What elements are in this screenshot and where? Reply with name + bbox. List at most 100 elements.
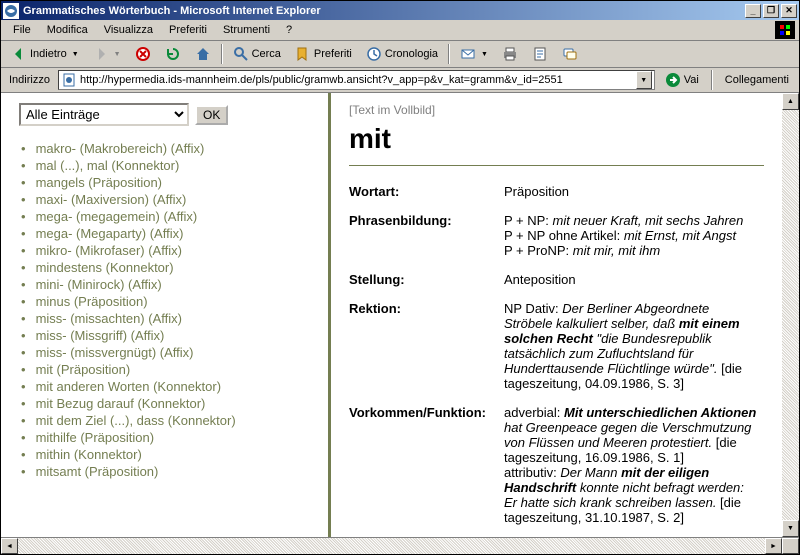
discuss-icon: [562, 46, 578, 62]
history-button[interactable]: Cronologia: [360, 43, 444, 65]
entry-link[interactable]: mitsamt (Präposition): [36, 464, 159, 479]
filter-select[interactable]: Alle Einträge: [19, 103, 189, 126]
value-stellung: Anteposition: [504, 268, 764, 297]
list-item: mit Bezug darauf (Konnektor): [19, 395, 320, 412]
search-button[interactable]: Cerca: [227, 43, 287, 65]
entry-link[interactable]: mega- (Megaparty) (Affix): [36, 226, 184, 241]
entry-link[interactable]: mindestens (Konnektor): [36, 260, 174, 275]
edit-button[interactable]: [526, 43, 554, 65]
entry-link[interactable]: miss- (missvergnügt) (Affix): [36, 345, 194, 360]
entry-link[interactable]: miss- (Missgriff) (Affix): [36, 328, 165, 343]
search-label: Cerca: [252, 48, 281, 60]
row-wortart: Wortart: Präposition: [349, 180, 764, 209]
list-item: mithin (Konnektor): [19, 446, 320, 463]
back-label: Indietro: [30, 48, 67, 60]
discuss-button[interactable]: [556, 43, 584, 65]
separator: [448, 44, 450, 64]
menu-modifica[interactable]: Modifica: [39, 22, 96, 38]
list-item: mit dem Ziel (...), dass (Konnektor): [19, 412, 320, 429]
list-item: mit anderen Worten (Konnektor): [19, 378, 320, 395]
row-phrasenbildung: Phrasenbildung: P + NP: mit neuer Kraft,…: [349, 209, 764, 268]
row-vorkommen: Vorkommen/Funktion: adverbial: Mit unter…: [349, 401, 764, 535]
fulltext-link[interactable]: [Text im Vollbild]: [349, 103, 764, 117]
address-input[interactable]: [80, 74, 636, 86]
ok-button[interactable]: OK: [195, 105, 228, 125]
back-button[interactable]: Indietro ▼: [5, 43, 85, 65]
entry-link[interactable]: miss- (missachten) (Affix): [36, 311, 182, 326]
print-button[interactable]: [496, 43, 524, 65]
sidebar: Alle Einträge OK makro- (Makrobereich) (…: [1, 93, 331, 537]
list-item: mangels (Präposition): [19, 174, 320, 191]
menu-file[interactable]: File: [5, 22, 39, 38]
favorites-label: Preferiti: [314, 48, 352, 60]
list-item: mikro- (Mikrofaser) (Affix): [19, 242, 320, 259]
entry-link[interactable]: mal (...), mal (Konnektor): [36, 158, 180, 173]
favorites-button[interactable]: Preferiti: [289, 43, 358, 65]
scroll-track[interactable]: [782, 110, 799, 520]
entry-link[interactable]: maxi- (Maxiversion) (Affix): [36, 192, 187, 207]
maximize-button[interactable]: ❐: [763, 4, 779, 18]
entry-link[interactable]: mit Bezug darauf (Konnektor): [36, 396, 206, 411]
links-button[interactable]: Collegamenti: [719, 72, 795, 88]
horizontal-scrollbar[interactable]: ◄ ►: [1, 537, 799, 554]
ie-icon: [3, 3, 19, 19]
menu-visualizza[interactable]: Visualizza: [96, 22, 161, 38]
scroll-left-icon[interactable]: ◄: [1, 538, 18, 554]
label-vorkommen: Vorkommen/Funktion:: [349, 401, 504, 535]
entry-link[interactable]: mini- (Minirock) (Affix): [36, 277, 162, 292]
menu-?[interactable]: ?: [278, 22, 300, 38]
entry-link[interactable]: mangels (Präposition): [36, 175, 162, 190]
address-dropdown[interactable]: ▼: [636, 71, 652, 89]
refresh-button[interactable]: [159, 43, 187, 65]
page-icon: [61, 72, 77, 88]
label-stellung: Stellung:: [349, 268, 504, 297]
menu-strumenti[interactable]: Strumenti: [215, 22, 278, 38]
scroll-down-icon[interactable]: ▼: [782, 520, 799, 537]
entry-link[interactable]: minus (Präposition): [36, 294, 148, 309]
home-button[interactable]: [189, 43, 217, 65]
content-area: Alle Einträge OK makro- (Makrobereich) (…: [1, 93, 799, 537]
address-label: Indirizzo: [5, 74, 54, 86]
list-item: miss- (missvergnügt) (Affix): [19, 344, 320, 361]
label-wortart: Wortart:: [349, 180, 504, 209]
scroll-right-icon[interactable]: ►: [765, 538, 782, 554]
forward-button[interactable]: ▼: [87, 43, 127, 65]
entry-link[interactable]: makro- (Makrobereich) (Affix): [36, 141, 205, 156]
close-button[interactable]: ✕: [781, 4, 797, 18]
value-wortart: Präposition: [504, 180, 764, 209]
stop-button[interactable]: [129, 43, 157, 65]
entry-link[interactable]: mit anderen Worten (Konnektor): [36, 379, 221, 394]
entry-link[interactable]: mikro- (Mikrofaser) (Affix): [36, 243, 182, 258]
row-rektion: Rektion: NP Dativ: Der Berliner Abgeordn…: [349, 297, 764, 401]
list-item: mini- (Minirock) (Affix): [19, 276, 320, 293]
address-input-wrap[interactable]: ▼: [58, 70, 655, 90]
favorites-icon: [295, 46, 311, 62]
scroll-up-icon[interactable]: ▲: [782, 93, 799, 110]
entry-link[interactable]: mithilfe (Präposition): [36, 430, 155, 445]
entry-link[interactable]: mit (Präposition): [36, 362, 131, 377]
entry-link[interactable]: mithin (Konnektor): [36, 447, 142, 462]
list-item: mega- (Megaparty) (Affix): [19, 225, 320, 242]
go-button[interactable]: Vai: [659, 70, 705, 90]
list-item: miss- (missachten) (Affix): [19, 310, 320, 327]
entry-link[interactable]: mit dem Ziel (...), dass (Konnektor): [36, 413, 236, 428]
ie-throbber-icon: [775, 21, 795, 39]
go-label: Vai: [684, 74, 699, 86]
minimize-button[interactable]: _: [745, 4, 761, 18]
menu-preferiti[interactable]: Preferiti: [161, 22, 215, 38]
list-item: mit (Präposition): [19, 361, 320, 378]
links-label: Collegamenti: [725, 74, 789, 86]
entry-link[interactable]: mega- (megagemein) (Affix): [36, 209, 198, 224]
article-pane: [Text im Vollbild] mit Wortart: Präposit…: [331, 93, 782, 537]
list-item: mithilfe (Präposition): [19, 429, 320, 446]
go-icon: [665, 72, 681, 88]
mail-button[interactable]: ▼: [454, 43, 494, 65]
list-item: mindestens (Konnektor): [19, 259, 320, 276]
scroll-track[interactable]: [18, 538, 765, 554]
chevron-down-icon: ▼: [114, 51, 121, 58]
vertical-scrollbar[interactable]: ▲ ▼: [782, 93, 799, 537]
menubar: FileModificaVisualizzaPreferitiStrumenti…: [1, 20, 799, 41]
label-rektion: Rektion:: [349, 297, 504, 401]
toolbar: Indietro ▼ ▼ Cerca Preferiti Cronologia …: [1, 41, 799, 68]
list-item: mitsamt (Präposition): [19, 463, 320, 480]
